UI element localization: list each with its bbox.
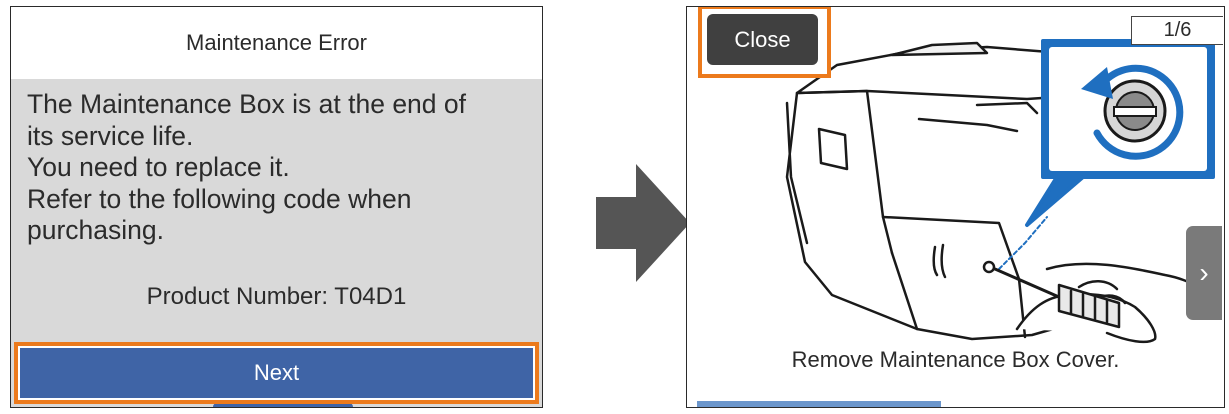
next-button-highlight: Next [14,342,539,404]
progress-bar [697,401,941,407]
next-page-button[interactable]: › [1186,226,1222,320]
chevron-right-icon: › [1199,257,1209,288]
maintenance-error-screen: Maintenance Error The Maintenance Box is… [10,6,543,408]
step-caption: Remove Maintenance Box Cover. [791,347,1120,372]
close-button[interactable]: Close [707,14,818,65]
page-indicator: 1/6 [1131,16,1223,45]
maintenance-guide-screen: 1/6 › Close Remove Maintenance Box Cover… [686,6,1225,408]
error-message: The Maintenance Box is at the end of its… [27,89,466,246]
product-number: Product Number: T04D1 [146,283,407,310]
next-button[interactable]: Next [20,348,533,398]
close-button-highlight: Close [698,7,831,78]
right-arrow-icon [596,164,690,282]
screen-title: Maintenance Error [11,7,542,79]
